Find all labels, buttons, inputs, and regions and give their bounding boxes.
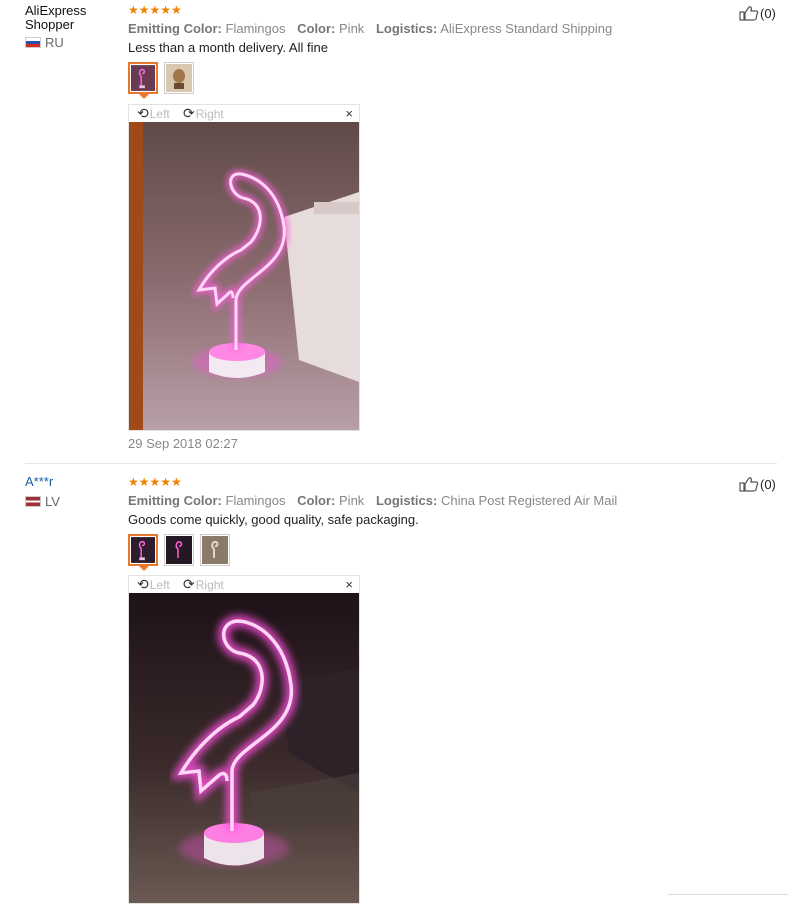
reviewer-info: A***r LV [25,475,120,509]
photo-viewer: ⟲ Left ⟳ Right × [128,104,360,431]
photo-thumbnail[interactable] [164,534,194,566]
rotate-right-button[interactable]: ⟳ Right [183,576,224,593]
rotate-left-label: Left [149,577,170,592]
like-button[interactable]: (0) [739,476,776,492]
photo-thumbnail[interactable] [128,62,158,99]
viewer-toolbar: ⟲ Left ⟳ Right × [129,576,359,593]
rotate-left-icon: ⟲ [137,576,149,592]
attr-label: Color: [297,21,336,36]
reviewer-info: AliExpress Shopper RU [25,4,120,50]
reviewer-country: LV [25,494,120,509]
attr-label: Logistics: [375,493,438,508]
rotate-left-label: Left [149,106,170,121]
attr-label: Color: [297,493,336,508]
rotate-right-label: Right [195,577,224,592]
like-button[interactable]: (0) [739,5,776,21]
order-attributes: Emitting Color: Flamingos Color: Pink Lo… [128,493,748,509]
review-content: ★★★★★ Emitting Color: Flamingos Color: P… [128,3,748,99]
attr-label: Emitting Color: [128,21,222,36]
rotate-left-button[interactable]: ⟲ Left [137,576,170,593]
star-rating: ★★★★★ [128,3,182,17]
close-icon[interactable]: × [345,106,353,121]
attr-value: Flamingos [225,493,286,508]
attr-value: Pink [339,21,365,36]
photo-thumbnails [128,534,748,571]
like-count: (0) [760,5,776,21]
attr-value: AliExpress Standard Shipping [440,21,613,36]
attr-label: Emitting Color: [128,493,222,508]
flamingo-photo-thumb [166,536,192,564]
review-divider [25,463,777,464]
review-photo[interactable] [129,593,359,903]
bottom-rule [668,894,788,895]
flamingo-photo-thumb [131,65,155,91]
review-text: Goods come quickly, good quality, safe p… [128,512,419,527]
reviewer-name[interactable]: A***r [25,475,120,489]
photo-thumbnail[interactable] [164,62,194,94]
thumbs-up-icon [739,6,759,21]
review-photo[interactable] [129,122,359,430]
order-attributes: Emitting Color: Flamingos Color: Pink Lo… [128,21,748,37]
attr-value: Pink [339,493,365,508]
attr-value: China Post Registered Air Mail [440,493,618,508]
photo-viewer: ⟲ Left ⟳ Right × [128,575,360,904]
product-photo-thumb [166,64,192,92]
photo-thumbnails [128,62,748,99]
rotate-right-label: Right [195,106,224,121]
rotate-left-button[interactable]: ⟲ Left [137,105,170,122]
flag-ru-icon [25,37,41,48]
flamingo-photo-thumb [131,537,155,563]
rotate-right-button[interactable]: ⟳ Right [183,105,224,122]
viewer-toolbar: ⟲ Left ⟳ Right × [129,105,359,122]
thumbs-up-icon [739,477,759,492]
reviewer-country: RU [25,35,120,50]
country-code: RU [45,35,64,50]
review-text: Less than a month delivery. All fine [128,40,328,55]
product-photo-thumb [202,536,228,564]
star-rating: ★★★★★ [128,475,182,489]
reviewer-name: AliExpress Shopper [25,3,87,32]
close-icon[interactable]: × [345,577,353,592]
photo-thumbnail[interactable] [200,534,230,566]
rotate-right-icon: ⟳ [183,105,195,121]
review-content: ★★★★★ Emitting Color: Flamingos Color: P… [128,475,748,571]
attr-label: Logistics: [375,21,438,36]
rotate-left-icon: ⟲ [137,105,149,121]
like-count: (0) [760,476,776,492]
attr-value: Flamingos [225,21,286,36]
photo-thumbnail[interactable] [128,534,158,571]
country-code: LV [45,494,60,509]
review-date: 29 Sep 2018 02:27 [128,436,238,451]
flag-lv-icon [25,496,41,507]
rotate-right-icon: ⟳ [183,576,195,592]
